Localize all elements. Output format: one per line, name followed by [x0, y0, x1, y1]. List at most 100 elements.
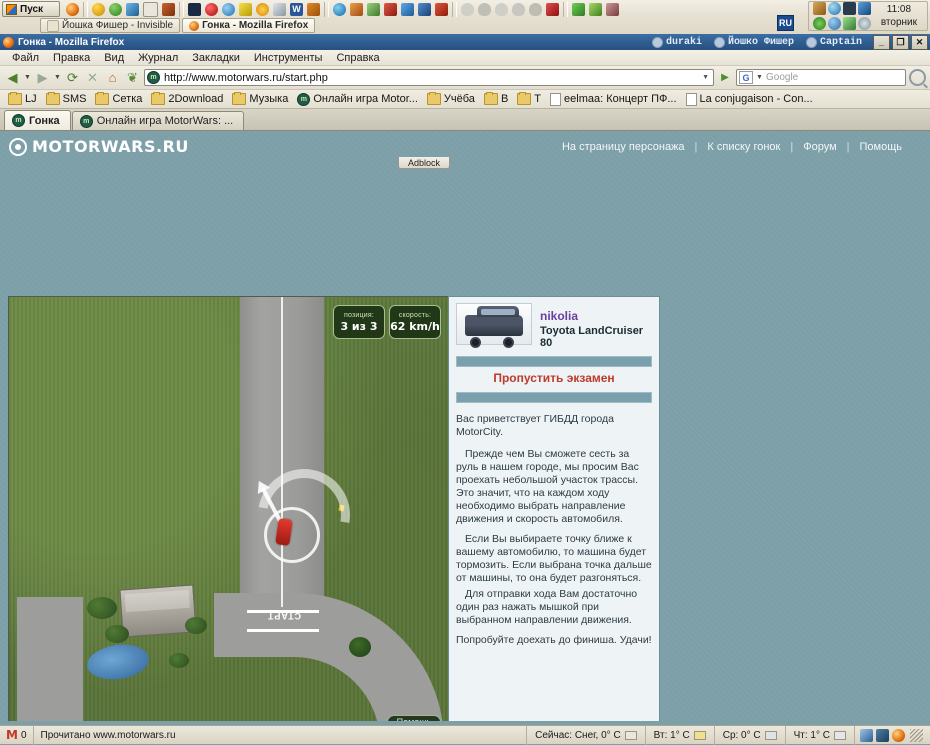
search-engine-dropdown-icon[interactable]: ▼	[756, 74, 763, 81]
taskbar-clock[interactable]: 11:08 вторник	[875, 3, 923, 29]
shield-icon[interactable]	[842, 17, 856, 30]
bookmark-lj[interactable]: LJ	[4, 92, 41, 105]
race-game-canvas[interactable]: СТАРТ позиция: 3 из 3 скорость: 62 km/h	[8, 296, 450, 721]
start-button[interactable]: Пуск	[2, 1, 60, 17]
game-help-button[interactable]: Помощь	[387, 715, 441, 721]
excel-icon[interactable]	[589, 3, 602, 16]
weather-thursday[interactable]: Чт: 1° C	[784, 725, 854, 745]
taskbar-window-1[interactable]: Гонка - Mozilla Firefox	[182, 18, 316, 33]
sun-icon[interactable]	[256, 3, 269, 16]
word-icon[interactable]: W	[290, 3, 303, 16]
skip-exam-link[interactable]: Пропустить экзамен	[456, 371, 652, 385]
bookmark-ucheba[interactable]: Учёба	[423, 92, 479, 105]
cat-icon[interactable]	[842, 2, 856, 15]
account-duraki[interactable]: duraki	[646, 34, 708, 50]
download-icon[interactable]	[92, 3, 105, 16]
puzzle-icon[interactable]	[572, 3, 585, 16]
gear-icon[interactable]	[812, 17, 826, 30]
paint-icon[interactable]	[273, 3, 286, 16]
menu-view[interactable]: Вид	[97, 52, 131, 64]
link-icon[interactable]	[126, 3, 139, 16]
bird-icon[interactable]	[418, 3, 431, 16]
forward-button[interactable]: ▶	[34, 69, 51, 86]
go-button[interactable]: ▶	[717, 69, 733, 86]
book-icon[interactable]	[307, 3, 320, 16]
bookmark-setka[interactable]: Сетка	[91, 92, 146, 105]
resize-grip[interactable]	[910, 728, 923, 742]
menu-tools[interactable]: Инструменты	[247, 52, 330, 64]
bookmark-eelmaa[interactable]: eelmaa: Концерт ПФ...	[546, 92, 681, 106]
refresh-icon[interactable]	[109, 3, 122, 16]
back-button[interactable]: ◀	[4, 69, 21, 86]
net-icon[interactable]	[827, 17, 841, 30]
rocket-icon[interactable]	[435, 3, 448, 16]
restore-button[interactable]: ❐	[892, 35, 909, 50]
back-dropdown-icon[interactable]: ▼	[24, 74, 31, 81]
firefox-icon[interactable]	[66, 3, 79, 16]
photo-icon[interactable]	[350, 3, 363, 16]
flag-icon[interactable]	[546, 3, 559, 16]
search-icon[interactable]	[909, 69, 926, 86]
bat-icon[interactable]	[162, 3, 175, 16]
adblock-tab[interactable]: Adblock	[398, 157, 450, 169]
winamp-icon[interactable]	[188, 3, 201, 16]
leaf-icon[interactable]: ❦	[124, 69, 141, 86]
taskbar-window-0[interactable]: Йошка Фишер - Invisible	[40, 18, 181, 33]
mouse4-icon[interactable]	[512, 3, 525, 16]
globe-icon[interactable]	[333, 3, 346, 16]
camera-icon[interactable]	[606, 3, 619, 16]
bookmark-muzyka[interactable]: Музыка	[228, 92, 292, 105]
nav-race-list[interactable]: К списку гонок	[697, 141, 790, 153]
menu-file[interactable]: Файл	[5, 52, 46, 64]
player-username[interactable]: nikolia	[540, 309, 652, 323]
nav-forum[interactable]: Форум	[793, 141, 846, 153]
bird2-icon[interactable]	[857, 2, 871, 15]
language-indicator[interactable]: RU	[777, 15, 794, 31]
avatar-icon[interactable]	[812, 2, 826, 15]
clock-icon[interactable]	[857, 17, 871, 30]
weather-wednesday[interactable]: Ср: 0° C	[713, 725, 785, 745]
weather-tuesday[interactable]: Вт: 1° C	[644, 725, 714, 745]
forward-dropdown-icon[interactable]: ▼	[54, 74, 61, 81]
bookmark-2download[interactable]: 2Download	[147, 92, 227, 105]
menu-history[interactable]: Журнал	[131, 52, 185, 64]
gmail-notifier[interactable]: M 0	[0, 725, 34, 745]
search-bar[interactable]: G ▼ Google	[736, 69, 906, 86]
account-yoshko[interactable]: Йошко Фишер	[708, 34, 800, 50]
opera-icon[interactable]	[205, 3, 218, 16]
miranda-icon[interactable]	[239, 3, 252, 16]
menu-help[interactable]: Справка	[329, 52, 386, 64]
close-button[interactable]: ✕	[911, 35, 928, 50]
page-style-icon[interactable]	[860, 728, 873, 742]
bookmark-conjugaison[interactable]: La conjugaison - Con...	[682, 92, 817, 106]
minimize-button[interactable]: _	[873, 35, 890, 50]
ie-icon[interactable]	[827, 2, 841, 15]
tab-motorwars-online[interactable]: m Онлайн игра MotorWars: ...	[71, 111, 245, 130]
mouse-icon[interactable]	[461, 3, 474, 16]
ace-icon[interactable]	[384, 3, 397, 16]
home-icon[interactable]: ⌂	[104, 69, 121, 86]
nav-help[interactable]: Помощь	[850, 141, 913, 153]
account-captain[interactable]: Captain	[800, 34, 868, 50]
selection-circle[interactable]	[264, 507, 320, 563]
reload-button[interactable]: ⟳	[64, 69, 81, 86]
nav-character-page[interactable]: На страницу персонажа	[552, 141, 695, 153]
bookmark-t[interactable]: T	[513, 92, 545, 105]
scan-icon[interactable]	[367, 3, 380, 16]
bookmark-sms[interactable]: SMS	[42, 92, 91, 105]
explorer-icon[interactable]	[222, 3, 235, 16]
menu-edit[interactable]: Правка	[46, 52, 97, 64]
mouse3-icon[interactable]	[495, 3, 508, 16]
bookmark-b[interactable]: B	[480, 92, 512, 105]
mouse2-icon[interactable]	[478, 3, 491, 16]
arrow-icon[interactable]	[401, 3, 414, 16]
firefox-icon[interactable]	[892, 728, 905, 742]
bookmark-motorwars[interactable]: m Онлайн игра Motor...	[293, 92, 422, 106]
mouse5-icon[interactable]	[529, 3, 542, 16]
notes-icon[interactable]	[143, 2, 158, 17]
google-icon[interactable]: G	[739, 71, 753, 84]
tab-gonka[interactable]: m Гонка	[4, 110, 71, 130]
site-logo[interactable]: MOTORWARS.RU	[9, 137, 189, 156]
url-bar[interactable]: m http://www.motorwars.ru/start.php ▼	[144, 69, 714, 86]
shark-icon[interactable]	[876, 728, 889, 742]
